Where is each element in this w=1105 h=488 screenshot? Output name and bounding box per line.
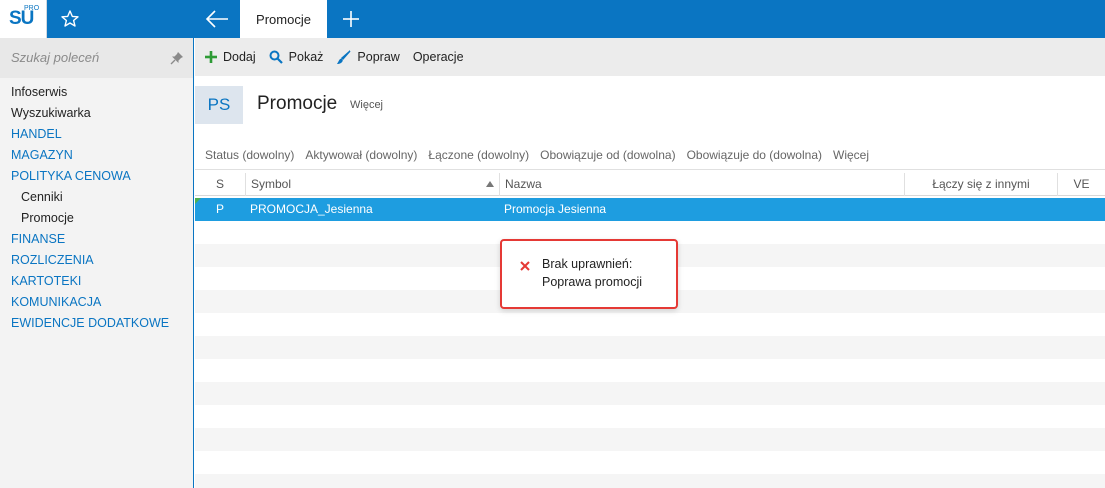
operations-button[interactable]: Operacje	[413, 50, 464, 64]
sidebar-item-polityka-cenowa[interactable]: POLITYKA CENOWA	[0, 166, 193, 187]
sidebar-item-finanse[interactable]: FINANSE	[0, 229, 193, 250]
empty-row	[195, 428, 1105, 451]
plus-icon	[205, 51, 217, 63]
page-header: PS Promocje Więcej	[195, 76, 1105, 132]
edit-button[interactable]: Popraw	[336, 49, 400, 65]
action-toolbar: Dodaj Pokaż Popraw Operacje	[195, 38, 1105, 76]
sidebar-item-kartoteki[interactable]: KARTOTEKI	[0, 271, 193, 292]
column-header-s[interactable]: S	[195, 173, 245, 196]
app-logo[interactable]: SU PRO	[0, 0, 47, 38]
promotions-table: S Symbol Nazwa Łączy się z innymi VE P P…	[195, 173, 1105, 488]
plus-icon[interactable]	[341, 9, 361, 29]
empty-row	[195, 313, 1105, 336]
sidebar-item-handel[interactable]: HANDEL	[0, 124, 193, 145]
filter-bar: Status (dowolny) Aktywował (dowolny) Łąc…	[195, 140, 1105, 170]
operations-button-label: Operacje	[412, 50, 464, 64]
search-box[interactable]: Szukaj poleceń	[0, 38, 193, 78]
sidebar-item-wyszukiwarka[interactable]: Wyszukiwarka	[0, 103, 193, 124]
top-bar: SU PRO Promocje	[0, 0, 1105, 38]
tab-promocje[interactable]: Promocje	[240, 0, 327, 38]
pin-icon[interactable]	[170, 51, 184, 65]
tab-label: Promocje	[256, 11, 311, 27]
error-detail: Poprawa promocji	[542, 275, 643, 289]
search-icon	[269, 50, 283, 64]
arrow-left-icon[interactable]	[204, 9, 230, 29]
column-header-ve[interactable]: VE	[1057, 173, 1105, 196]
filter-more[interactable]: Więcej	[833, 148, 869, 162]
module-badge: PS	[195, 86, 243, 124]
empty-row	[195, 336, 1105, 359]
add-button[interactable]: Dodaj	[205, 50, 256, 64]
empty-row	[195, 474, 1105, 488]
close-icon	[520, 261, 530, 271]
sidebar: Szukaj poleceń Infoserwis Wyszukiwarka H…	[0, 38, 194, 488]
sidebar-nav: Infoserwis Wyszukiwarka HANDEL MAGAZYN P…	[0, 82, 193, 334]
show-button-label: Pokaż	[288, 50, 324, 64]
column-header-name[interactable]: Nazwa	[499, 173, 904, 196]
column-header-symbol[interactable]: Symbol	[245, 173, 499, 196]
table-row[interactable]: P PROMOCJA_Jesienna Promocja Jesienna	[195, 198, 1105, 221]
edit-button-label: Popraw	[357, 50, 400, 64]
sidebar-item-rozliczenia[interactable]: ROZLICZENIA	[0, 250, 193, 271]
sidebar-item-infoserwis[interactable]: Infoserwis	[0, 82, 193, 103]
sidebar-item-magazyn[interactable]: MAGAZYN	[0, 145, 193, 166]
table-header: S Symbol Nazwa Łączy się z innymi VE	[195, 173, 1105, 196]
header-more-link[interactable]: Więcej	[350, 99, 383, 111]
filter-combined[interactable]: Łączone (dowolny)	[428, 148, 529, 162]
filter-status[interactable]: Status (dowolny)	[205, 148, 294, 162]
brush-icon	[337, 49, 351, 64]
show-button[interactable]: Pokaż	[269, 50, 324, 64]
column-header-combines[interactable]: Łączy się z innymi	[904, 173, 1057, 196]
page-title: Promocje	[257, 93, 338, 114]
filter-activated[interactable]: Aktywował (dowolny)	[305, 148, 417, 162]
column-header-symbol-label: Symbol	[251, 177, 292, 191]
empty-row	[195, 359, 1105, 382]
filter-valid-to[interactable]: Obowiązuje do (dowolna)	[687, 148, 822, 162]
sidebar-item-komunikacja[interactable]: KOMUNIKACJA	[0, 292, 193, 313]
star-icon[interactable]	[60, 9, 80, 29]
logo-sup: PRO	[24, 5, 40, 12]
cell-name: Promocja Jesienna	[504, 202, 607, 216]
filter-valid-from[interactable]: Obowiązuje od (dowolna)	[540, 148, 675, 162]
empty-row	[195, 405, 1105, 428]
sort-asc-icon	[486, 181, 494, 187]
cell-symbol: PROMOCJA_Jesienna	[250, 202, 373, 216]
empty-row	[195, 451, 1105, 474]
empty-row	[195, 382, 1105, 405]
search-input[interactable]: Szukaj poleceń	[11, 50, 99, 65]
sidebar-item-promocje[interactable]: Promocje	[0, 208, 193, 229]
cell-s: P	[215, 202, 224, 216]
permission-error-tooltip: Brak uprawnień: Poprawa promocji	[500, 239, 678, 309]
add-button-label: Dodaj	[223, 50, 256, 64]
sidebar-item-cenniki[interactable]: Cenniki	[0, 187, 193, 208]
sidebar-item-ewidencje[interactable]: EWIDENCJE DODATKOWE	[0, 313, 193, 334]
error-title: Brak uprawnień:	[542, 257, 633, 271]
